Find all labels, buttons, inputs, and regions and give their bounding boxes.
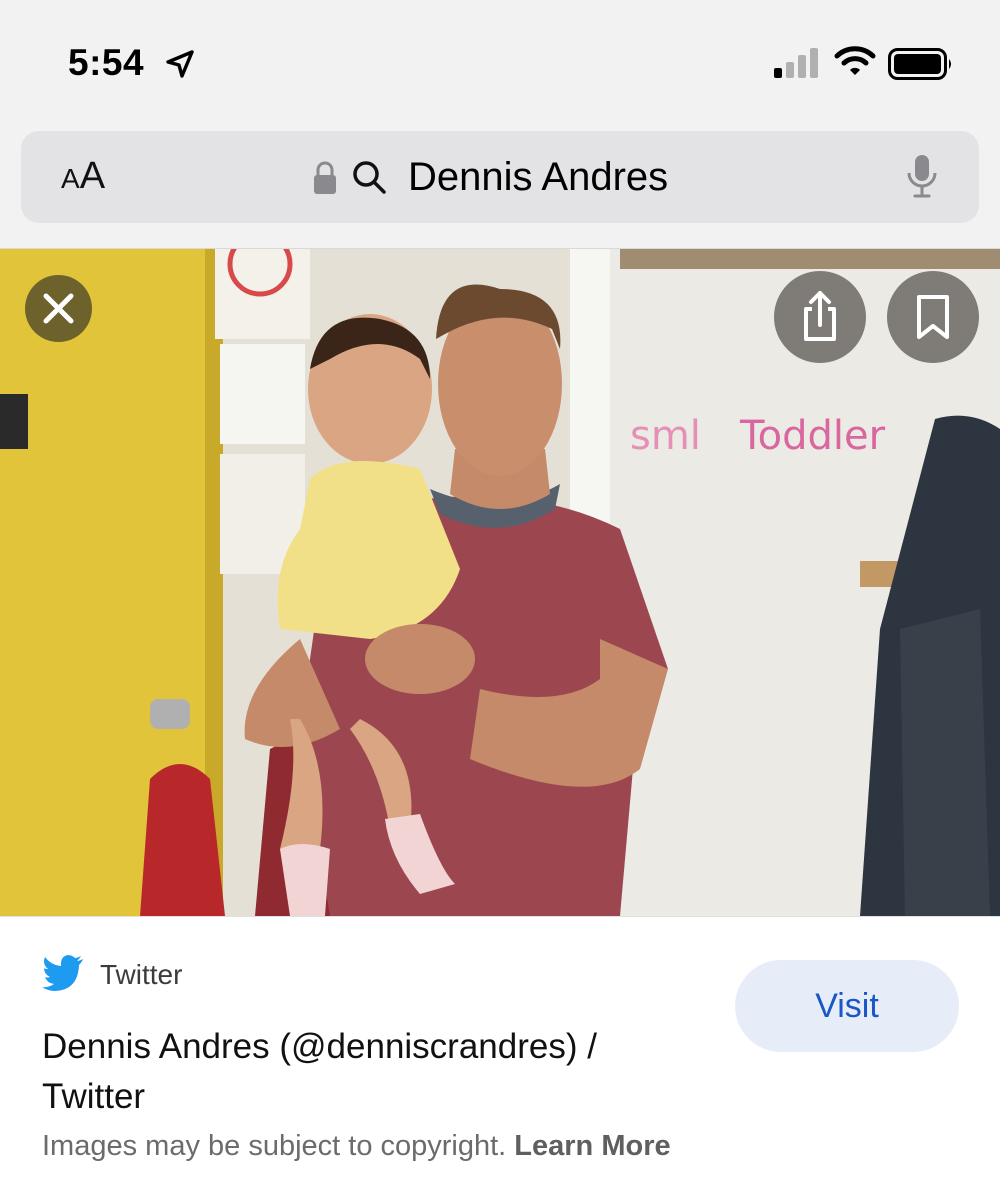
aa-large-letter: A [79,155,106,197]
location-arrow-icon [166,50,194,78]
svg-text:Toddler: Toddler [739,413,886,459]
visit-button[interactable]: Visit [735,960,959,1052]
microphone-icon[interactable] [905,153,939,201]
copyright-text: Images may be subject to copyright. [42,1130,507,1162]
address-query[interactable]: Dennis Andres [408,155,668,200]
copyright-notice: Images may be subject to copyright. Lear… [42,1130,671,1163]
bookmark-icon [917,295,949,339]
search-icon [353,161,386,194]
address-bar[interactable]: AA Dennis Andres [21,131,979,223]
signal-icon [774,48,818,78]
svg-text:sml: sml [630,413,701,459]
battery-icon [888,48,951,80]
wifi-icon [834,46,876,75]
divider [0,916,1000,917]
reader-aa-button[interactable]: AA [61,155,105,198]
browser-toolbar: AA Dennis Andres [0,122,1000,249]
share-icon [804,291,836,341]
source-name: Twitter [100,959,183,990]
close-button[interactable] [25,275,92,342]
status-time: 5:54 [68,42,145,83]
image-preview[interactable]: sml Toddler [0,249,1000,916]
lock-icon [314,161,336,194]
bookmark-button[interactable] [887,271,979,363]
aa-small-letter: A [61,163,80,194]
twitter-bird-icon [42,955,83,991]
result-title[interactable]: Dennis Andres (@denniscrandres) / Twitte… [42,1022,682,1122]
close-icon [43,293,74,324]
status-bar: 5:54 [0,0,1000,122]
learn-more-link[interactable]: Learn More [514,1130,670,1162]
share-button[interactable] [774,271,866,363]
